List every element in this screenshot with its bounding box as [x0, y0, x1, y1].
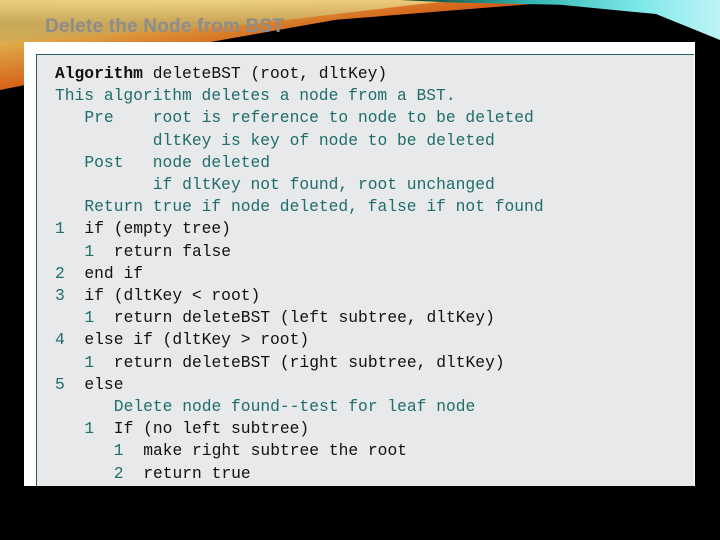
line-number: 3	[55, 286, 65, 305]
algorithm-comment: if dltKey not found, root unchanged	[84, 175, 495, 194]
algorithm-code: else	[84, 374, 124, 394]
algorithm-comment: Delete node found--test for leaf node	[113, 397, 476, 416]
line-number: 1	[84, 352, 95, 372]
algorithm-code: return false	[113, 241, 232, 261]
algorithm-code: else if (dltKey > root)	[84, 330, 310, 350]
algorithm-code: end if	[84, 263, 144, 283]
line-number: 2	[55, 263, 65, 283]
algorithm-keyword: Algorithm	[55, 64, 143, 83]
algorithm-code: make right subtree the root	[143, 441, 407, 461]
algorithm-figure: Algorithm deleteBST (root, dltKey) This a…	[24, 42, 695, 486]
line-number: 2	[113, 463, 124, 483]
line-number: 5	[55, 374, 65, 394]
algorithm-code-box: Algorithm deleteBST (root, dltKey) This a…	[36, 54, 694, 486]
algorithm-comment: This algorithm deletes a node from a BST…	[55, 86, 456, 106]
slide-title: Delete the Node from BST	[45, 16, 285, 37]
algorithm-code: if (dltKey < root)	[84, 286, 261, 305]
algorithm-comment: Return true if node deleted, false if no…	[84, 197, 544, 217]
algorithm-code: return deleteBST (right subtree, dltKey)	[113, 352, 505, 372]
line-number: 1	[113, 441, 124, 461]
algorithm-comment: Pre root is reference to node to be dele…	[84, 108, 534, 128]
line-number: 1	[84, 241, 95, 261]
algorithm-code: If (no left subtree)	[113, 419, 310, 439]
algorithm-code: deleteBST (root, dltKey)	[142, 64, 388, 83]
algorithm-code: return true	[143, 463, 251, 483]
algorithm-code: if (empty tree)	[84, 219, 231, 239]
line-number: 1	[84, 419, 95, 439]
algorithm-comment: Post node deleted	[84, 152, 271, 172]
line-number: 4	[55, 330, 65, 350]
line-number: 1	[84, 308, 95, 328]
algorithm-code: return deleteBST (left subtree, dltKey)	[113, 308, 495, 328]
algorithm-comment: dltKey is key of node to be deleted	[84, 130, 495, 150]
line-number: 1	[55, 219, 65, 239]
